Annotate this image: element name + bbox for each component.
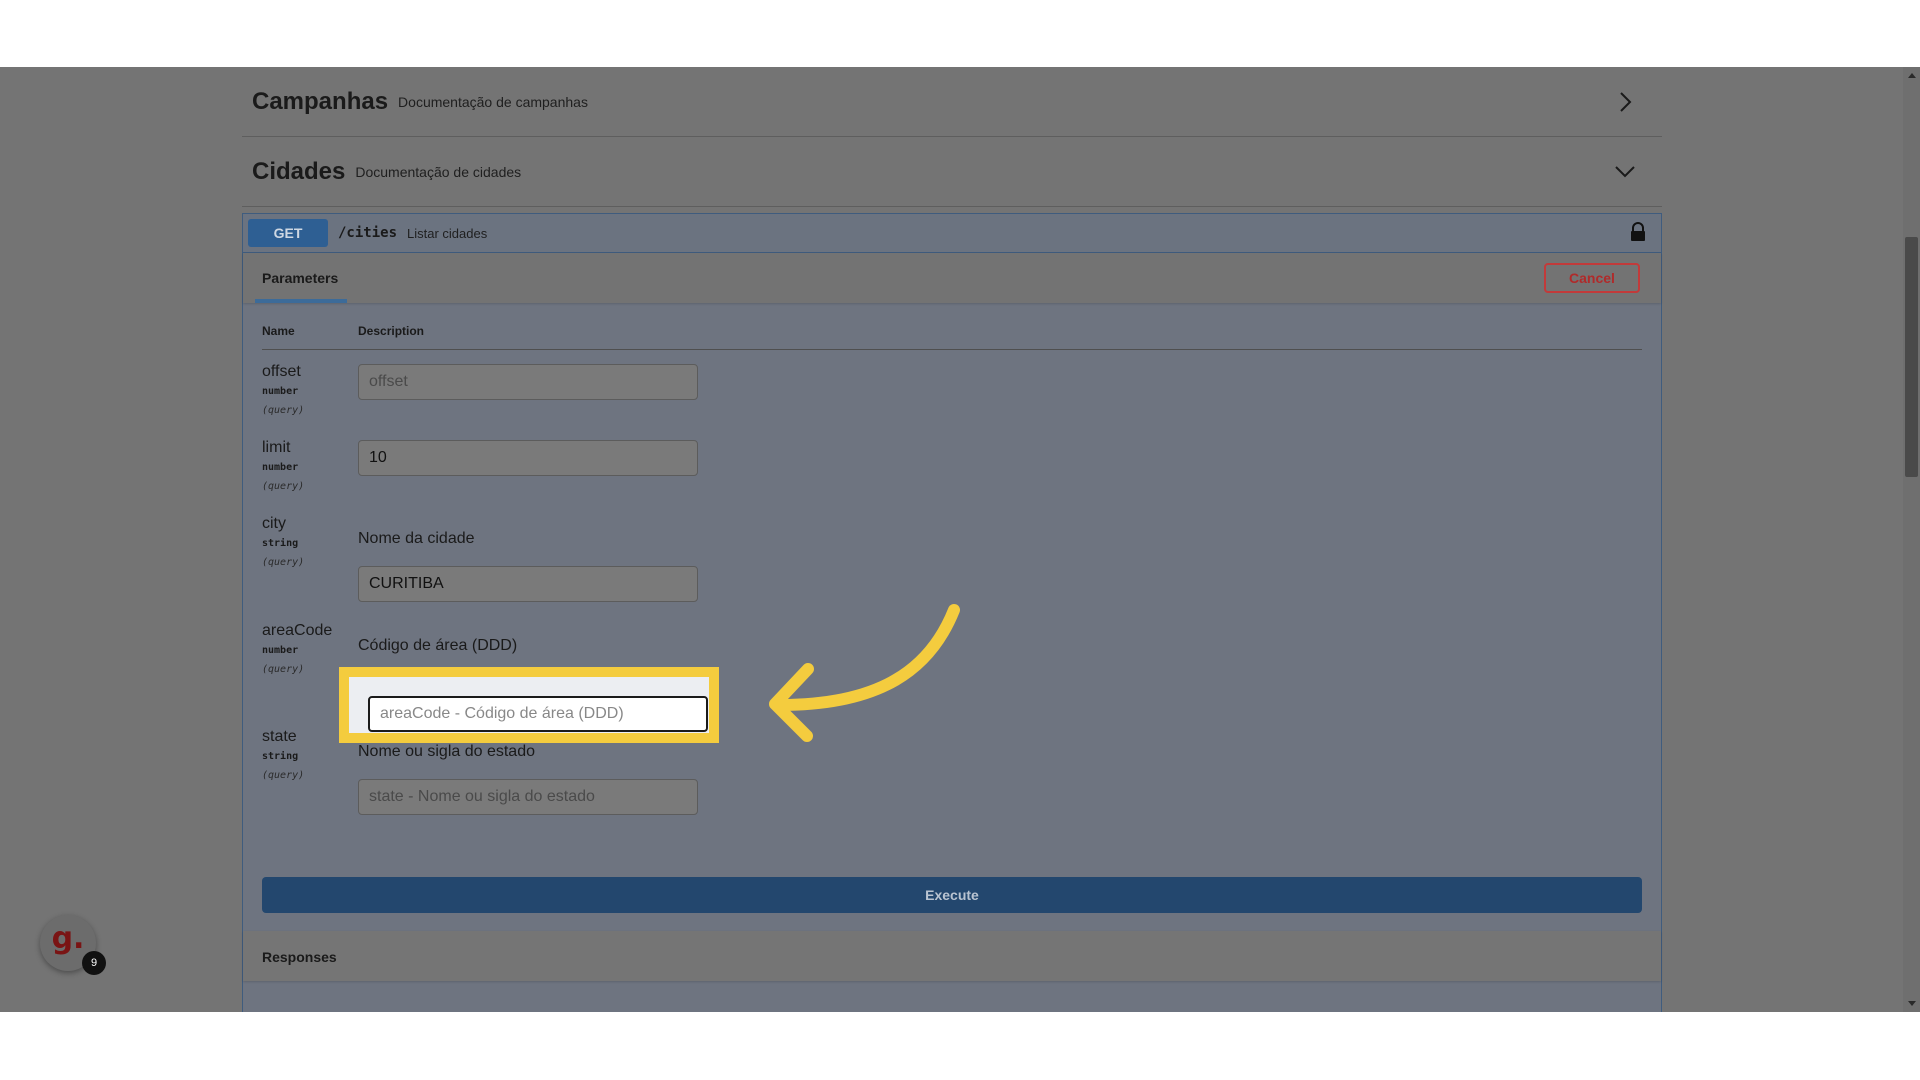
tab-active-indicator <box>255 299 347 303</box>
param-type: number <box>262 386 299 397</box>
method-badge: GET <box>248 219 328 247</box>
param-description: Nome ou sigla do estado <box>358 743 535 760</box>
param-type: number <box>262 462 299 473</box>
param-location: (query) <box>262 770 305 781</box>
param-name: areaCode <box>262 622 333 639</box>
column-header-description: Description <box>358 324 425 338</box>
state-input[interactable] <box>358 779 698 815</box>
page-scrollbar[interactable] <box>1903 67 1920 1012</box>
operation-summary[interactable]: GET /cities Listar cidades <box>243 214 1661 253</box>
guide-logo: g. <box>51 921 85 956</box>
highlight-backdrop <box>349 677 709 733</box>
api-docs-page: Campanhas Documentação de campanhas Cida… <box>242 67 1662 1012</box>
column-header-name: Name <box>262 324 295 338</box>
param-name: limit <box>262 439 291 456</box>
param-description: Código de área (DDD) <box>358 637 518 654</box>
chevron-right-icon[interactable] <box>1614 91 1636 113</box>
tag-title: Cidades <box>252 157 346 185</box>
chevron-down-icon[interactable] <box>1614 161 1636 183</box>
city-input[interactable] <box>358 566 698 602</box>
header-divider <box>262 349 1642 350</box>
param-type: number <box>262 645 299 656</box>
lock-icon[interactable] <box>1629 222 1647 242</box>
tag-campanhas[interactable]: Campanhas Documentação de campanhas <box>242 67 1662 137</box>
limit-input[interactable] <box>358 440 698 476</box>
scroll-down-arrow-icon[interactable] <box>1908 1001 1916 1006</box>
param-type: string <box>262 538 299 549</box>
scroll-up-arrow-icon[interactable] <box>1908 73 1916 78</box>
param-name: city <box>262 515 286 532</box>
offset-input[interactable] <box>358 364 698 400</box>
param-name: offset <box>262 363 301 380</box>
param-location: (query) <box>262 405 305 416</box>
responses-title: Responses <box>262 949 337 965</box>
curved-arrow-icon <box>769 604 960 742</box>
param-description: Nome da cidade <box>358 530 475 547</box>
param-type: string <box>262 751 299 762</box>
guide-widget-button[interactable]: g. 9 <box>40 915 106 975</box>
operation-summary-text: Listar cidades <box>407 225 488 241</box>
parameters-header: Parameters Cancel <box>243 253 1661 303</box>
tag-title: Campanhas <box>252 87 389 115</box>
param-location: (query) <box>262 557 305 568</box>
responses-header: Responses <box>243 931 1661 981</box>
tag-description: Documentação de cidades <box>355 163 522 180</box>
area-code-input[interactable] <box>368 696 708 732</box>
scroll-thumb[interactable] <box>1905 237 1918 477</box>
focus-highlight <box>339 667 719 743</box>
operation-path: /cities <box>338 225 398 241</box>
execute-button[interactable]: Execute <box>262 877 1642 913</box>
notification-badge: 9 <box>82 951 106 975</box>
param-name: state <box>262 728 297 745</box>
tab-parameters[interactable]: Parameters <box>262 270 338 286</box>
tag-cidades[interactable]: Cidades Documentação de cidades <box>242 137 1662 207</box>
cancel-button[interactable]: Cancel <box>1544 263 1640 293</box>
param-location: (query) <box>262 481 305 492</box>
swagger-viewport: Campanhas Documentação de campanhas Cida… <box>0 67 1920 1012</box>
tag-description: Documentação de campanhas <box>398 93 588 110</box>
param-location: (query) <box>262 664 305 675</box>
